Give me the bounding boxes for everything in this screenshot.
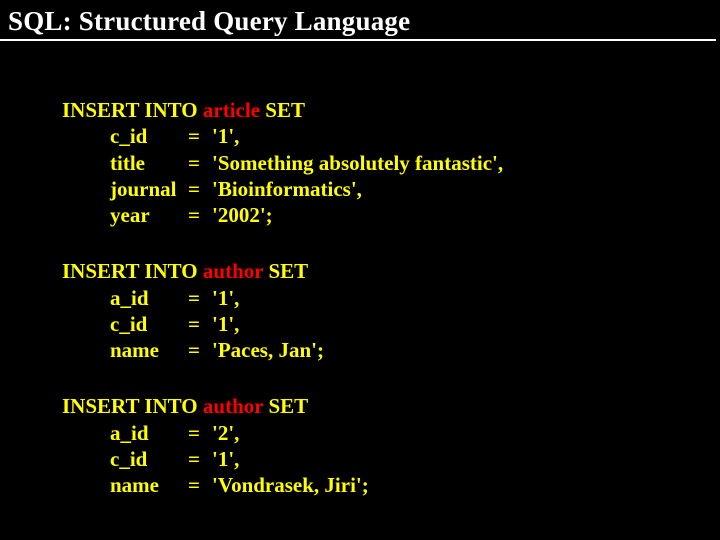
column-name: c_id	[110, 446, 188, 472]
insert-line: INSERT INTO author SET	[62, 258, 720, 284]
sql-statement: INSERT INTO article SET c_id = '1', titl…	[62, 97, 720, 228]
kw-insert-into: INSERT INTO	[62, 98, 198, 122]
value: 'Something absolutely fantastic',	[212, 150, 503, 176]
equals: =	[188, 420, 212, 446]
column-name: a_id	[110, 285, 188, 311]
assign-row: name = 'Paces, Jan';	[62, 337, 720, 363]
assign-row: a_id = '2',	[62, 420, 720, 446]
value: 'Bioinformatics',	[212, 176, 362, 202]
assign-row: c_id = '1',	[62, 446, 720, 472]
column-name: c_id	[110, 311, 188, 337]
assign-row: a_id = '1',	[62, 285, 720, 311]
column-name: name	[110, 337, 188, 363]
assign-row: journal = 'Bioinformatics',	[62, 176, 720, 202]
equals: =	[188, 285, 212, 311]
equals: =	[188, 123, 212, 149]
table-name: author	[203, 394, 263, 418]
kw-insert-into: INSERT INTO	[62, 259, 198, 283]
column-name: journal	[110, 176, 188, 202]
value: 'Paces, Jan';	[212, 337, 324, 363]
column-name: name	[110, 472, 188, 498]
value: '1',	[212, 311, 239, 337]
equals: =	[188, 176, 212, 202]
equals: =	[188, 472, 212, 498]
table-name: author	[203, 259, 263, 283]
kw-set: SET	[268, 394, 308, 418]
column-name: a_id	[110, 420, 188, 446]
equals: =	[188, 150, 212, 176]
kw-insert-into: INSERT INTO	[62, 394, 198, 418]
sql-statement: INSERT INTO author SET a_id = '1', c_id …	[62, 258, 720, 363]
slide-body: INSERT INTO article SET c_id = '1', titl…	[0, 41, 720, 498]
value: '1',	[212, 446, 239, 472]
insert-line: INSERT INTO author SET	[62, 393, 720, 419]
column-name: year	[110, 202, 188, 228]
column-name: c_id	[110, 123, 188, 149]
equals: =	[188, 311, 212, 337]
assign-row: year = '2002';	[62, 202, 720, 228]
equals: =	[188, 337, 212, 363]
slide-title: SQL: Structured Query Language	[0, 0, 716, 41]
assign-row: c_id = '1',	[62, 123, 720, 149]
value: 'Vondrasek, Jiri';	[212, 472, 369, 498]
kw-set: SET	[265, 98, 305, 122]
value: '1',	[212, 285, 239, 311]
assign-row: name = 'Vondrasek, Jiri';	[62, 472, 720, 498]
value: '1',	[212, 123, 239, 149]
equals: =	[188, 446, 212, 472]
value: '2',	[212, 420, 239, 446]
value: '2002';	[212, 202, 273, 228]
assign-row: title = 'Something absolutely fantastic'…	[62, 150, 720, 176]
kw-set: SET	[268, 259, 308, 283]
insert-line: INSERT INTO article SET	[62, 97, 720, 123]
sql-statement: INSERT INTO author SET a_id = '2', c_id …	[62, 393, 720, 498]
equals: =	[188, 202, 212, 228]
table-name: article	[203, 98, 260, 122]
column-name: title	[110, 150, 188, 176]
assign-row: c_id = '1',	[62, 311, 720, 337]
